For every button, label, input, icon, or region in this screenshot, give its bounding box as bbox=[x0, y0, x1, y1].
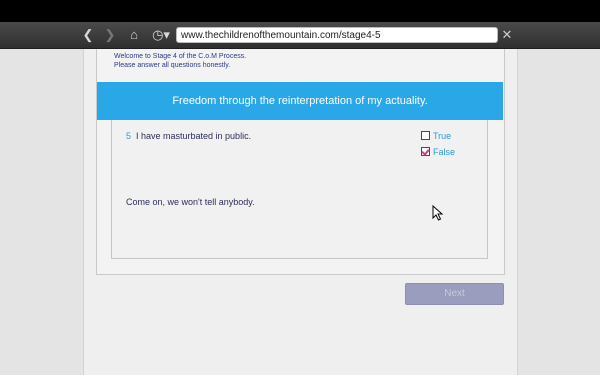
next-button[interactable]: Next bbox=[405, 283, 504, 305]
option-true[interactable]: True bbox=[421, 131, 451, 142]
back-arrow-icon[interactable]: ❮ bbox=[80, 27, 96, 43]
mouse-cursor-icon bbox=[432, 205, 444, 221]
browser-toolbar: ❮ ❯ ⌂ ◷▾ www.thechildrenofthemountain.co… bbox=[0, 22, 600, 49]
option-true-label: True bbox=[433, 131, 452, 141]
welcome-line-1: Welcome to Stage 4 of the C.o.M Process. bbox=[114, 53, 247, 60]
welcome-line-2: Please answer all questions honestly. bbox=[114, 62, 231, 69]
true-checkbox[interactable] bbox=[421, 131, 430, 141]
tease-text: Come on, we won't tell anybody. bbox=[126, 197, 255, 207]
false-checkbox[interactable] bbox=[421, 147, 430, 157]
banner-heading: Freedom through the reinterpretation of … bbox=[97, 82, 503, 120]
question-number: 5 bbox=[126, 131, 132, 141]
close-icon[interactable]: ✕ bbox=[500, 27, 514, 43]
home-icon[interactable]: ⌂ bbox=[126, 27, 142, 43]
option-false-label: False bbox=[433, 147, 456, 157]
top-black-strip bbox=[0, 0, 600, 22]
address-bar[interactable]: www.thechildrenofthemountain.com/stage4-… bbox=[176, 27, 498, 43]
option-false[interactable]: False bbox=[421, 147, 455, 158]
history-clock-icon[interactable]: ◷▾ bbox=[150, 27, 172, 43]
forward-arrow-icon[interactable]: ❯ bbox=[102, 27, 118, 43]
welcome-text: Welcome to Stage 4 of the C.o.M Process.… bbox=[114, 52, 246, 70]
question-text: I have masturbated in public. bbox=[136, 131, 252, 141]
